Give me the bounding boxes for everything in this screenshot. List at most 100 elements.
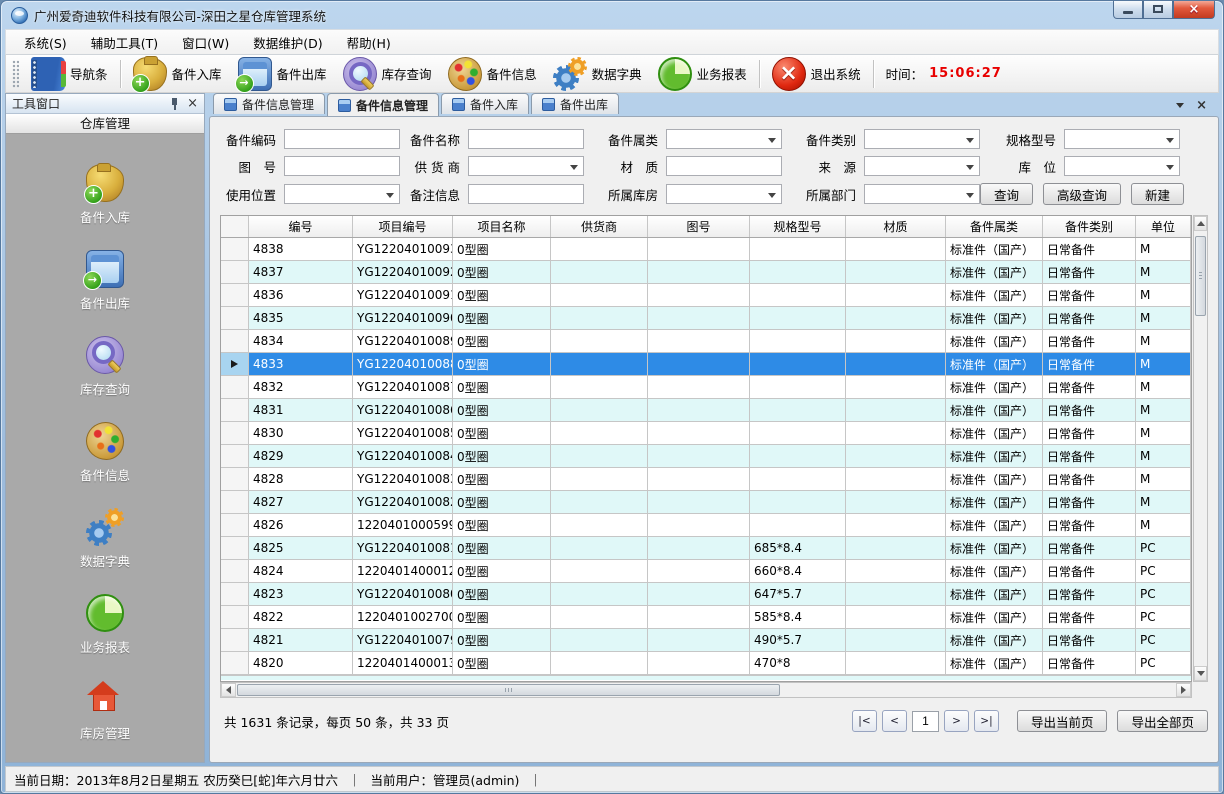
parts-inbound-button[interactable]: 备件入库 xyxy=(125,56,230,92)
exit-system-button[interactable]: 退出系统 xyxy=(764,56,869,92)
menu-item[interactable]: 辅助工具(T) xyxy=(79,29,170,56)
horizontal-scrollbar[interactable] xyxy=(220,682,1192,698)
query-button[interactable]: 查询 xyxy=(980,183,1033,205)
sidebar-item-warehouse-manage[interactable]: 库房管理 xyxy=(80,680,130,742)
sidebar-group-header[interactable]: 仓库管理 xyxy=(6,114,204,134)
department-select[interactable] xyxy=(864,184,980,204)
column-header[interactable]: 材质 xyxy=(846,216,946,237)
column-header[interactable]: 规格型号 xyxy=(750,216,846,237)
horizontal-scroll-thumb[interactable] xyxy=(237,684,780,696)
export-current-page-button[interactable]: 导出当前页 xyxy=(1017,710,1108,732)
tab-item[interactable]: 备件信息管理 xyxy=(327,93,439,116)
table-row[interactable]: 482612204010005990型圈标准件（国产）日常备件M xyxy=(221,514,1191,537)
scroll-right-button[interactable] xyxy=(1176,683,1191,697)
tab-list-dropdown-icon[interactable] xyxy=(1176,103,1184,108)
inventory-query-button[interactable]: 库存查询 xyxy=(335,56,440,92)
column-header[interactable]: 编号 xyxy=(249,216,353,237)
table-row[interactable]: 4823YG122040100800型圈647*5.7标准件（国产）日常备件PC xyxy=(221,583,1191,606)
page-number-input[interactable] xyxy=(912,711,939,732)
pin-icon[interactable] xyxy=(170,98,179,110)
cell-project-name: 0型圈 xyxy=(453,284,551,307)
cell-supplier xyxy=(551,445,648,468)
sidebar-item-data-dictionary[interactable]: 数据字典 xyxy=(80,508,130,570)
cell-spec: 585*8.4 xyxy=(750,606,846,629)
tab-item[interactable]: 备件入库 xyxy=(441,93,529,114)
table-row[interactable]: 4828YG122040100830型圈标准件（国产）日常备件M xyxy=(221,468,1191,491)
sidebar-item-business-report[interactable]: 业务报表 xyxy=(80,594,130,656)
table-row[interactable]: 4831YG122040100860型圈标准件（国产）日常备件M xyxy=(221,399,1191,422)
scroll-down-button[interactable] xyxy=(1194,666,1207,681)
column-header[interactable]: 单位 xyxy=(1136,216,1191,237)
column-header[interactable]: 备件属类 xyxy=(946,216,1043,237)
table-row[interactable]: 4832YG122040100870型圈标准件（国产）日常备件M xyxy=(221,376,1191,399)
column-header[interactable]: 备件类别 xyxy=(1043,216,1136,237)
table-row[interactable]: 4838YG122040100930型圈标准件（国产）日常备件M xyxy=(221,238,1191,261)
table-row[interactable]: 4821YG122040100790型圈490*5.7标准件（国产）日常备件PC xyxy=(221,629,1191,652)
drawing-no-input[interactable] xyxy=(284,156,400,176)
table-row[interactable]: 482212204010027000型圈585*8.4标准件（国产）日常备件PC xyxy=(221,606,1191,629)
menu-item[interactable]: 帮助(H) xyxy=(335,29,403,56)
table-row[interactable]: 482012204014000130型圈470*8标准件（国产）日常备件PC xyxy=(221,652,1191,675)
first-page-button[interactable]: |< xyxy=(852,710,877,732)
table-row[interactable]: 4830YG122040100850型圈标准件（国产）日常备件M xyxy=(221,422,1191,445)
source-select[interactable] xyxy=(864,156,980,176)
data-dictionary-button[interactable]: 数据字典 xyxy=(545,56,650,92)
sidebar-item-parts-info[interactable]: 备件信息 xyxy=(80,422,130,484)
scroll-left-button[interactable] xyxy=(221,683,236,697)
tab-close-icon[interactable]: × xyxy=(1196,99,1207,112)
advanced-query-button[interactable]: 高级查询 xyxy=(1043,183,1121,205)
table-row[interactable]: 4829YG122040100840型圈标准件（国产）日常备件M xyxy=(221,445,1191,468)
business-report-button[interactable]: 业务报表 xyxy=(650,56,755,92)
new-button[interactable]: 新建 xyxy=(1131,183,1184,205)
sidebar-item-parts-inbound[interactable]: 备件入库 xyxy=(80,164,130,226)
table-row[interactable]: 4834YG122040100890型圈标准件（国产）日常备件M xyxy=(221,330,1191,353)
close-button[interactable]: × xyxy=(1173,0,1215,19)
column-header[interactable]: 供货商 xyxy=(551,216,648,237)
sidebar-close-icon[interactable]: × xyxy=(187,97,198,110)
column-header[interactable]: 项目名称 xyxy=(453,216,551,237)
material-input[interactable] xyxy=(666,156,782,176)
parts-info-button[interactable]: 备件信息 xyxy=(440,56,545,92)
sidebar-item-inventory-query[interactable]: 库存查询 xyxy=(80,336,130,398)
part-name-input[interactable] xyxy=(468,129,584,149)
last-page-button[interactable]: >| xyxy=(974,710,999,732)
tab-item[interactable]: 备件信息管理 xyxy=(213,93,325,114)
menu-item[interactable]: 窗口(W) xyxy=(170,29,241,56)
vertical-scrollbar[interactable] xyxy=(1193,215,1208,682)
parts-outbound-button[interactable]: 备件出库 xyxy=(230,56,335,92)
warehouse-select[interactable] xyxy=(666,184,782,204)
location-select[interactable] xyxy=(1064,156,1180,176)
cell-drawing-no xyxy=(648,238,750,261)
next-page-button[interactable]: > xyxy=(944,710,969,732)
navbar-button[interactable]: 导航条 xyxy=(23,56,116,92)
table-row[interactable]: 4825YG122040100810型圈685*8.4标准件（国产）日常备件PC xyxy=(221,537,1191,560)
export-all-pages-button[interactable]: 导出全部页 xyxy=(1117,710,1208,732)
use-position-select[interactable] xyxy=(284,184,400,204)
spec-model-select[interactable] xyxy=(1064,129,1180,149)
part-type-select[interactable] xyxy=(864,129,980,149)
menu-item[interactable]: 数据维护(D) xyxy=(241,29,334,56)
cell-spec xyxy=(750,399,846,422)
table-row[interactable]: 4827YG122040100820型圈标准件（国产）日常备件M xyxy=(221,491,1191,514)
prev-page-button[interactable]: < xyxy=(882,710,907,732)
tab-item[interactable]: 备件出库 xyxy=(531,93,619,114)
table-row[interactable]: 4836YG122040100910型圈标准件（国产）日常备件M xyxy=(221,284,1191,307)
table-row[interactable]: 4837YG122040100920型圈标准件（国产）日常备件M xyxy=(221,261,1191,284)
cell-id: 4833 xyxy=(249,353,353,376)
part-code-input[interactable] xyxy=(284,129,400,149)
maximize-button[interactable] xyxy=(1143,0,1173,19)
column-header[interactable]: 项目编号 xyxy=(353,216,453,237)
minimize-button[interactable] xyxy=(1113,0,1143,19)
part-category-select[interactable] xyxy=(666,129,782,149)
menu-item[interactable]: 系统(S) xyxy=(12,29,79,56)
remark-input[interactable] xyxy=(468,184,584,204)
vertical-scroll-thumb[interactable] xyxy=(1195,236,1206,316)
table-row[interactable]: 4833YG122040100880型圈标准件（国产）日常备件M xyxy=(221,353,1191,376)
column-header[interactable]: 图号 xyxy=(648,216,750,237)
table-row[interactable]: 482412204014000120型圈660*8.4标准件（国产）日常备件PC xyxy=(221,560,1191,583)
table-row[interactable]: 4835YG122040100900型圈标准件（国产）日常备件M xyxy=(221,307,1191,330)
sidebar-item-parts-outbound[interactable]: 备件出库 xyxy=(80,250,130,312)
scroll-up-button[interactable] xyxy=(1194,216,1207,231)
supplier-select[interactable] xyxy=(468,156,584,176)
toolbar-grip[interactable] xyxy=(12,60,19,88)
